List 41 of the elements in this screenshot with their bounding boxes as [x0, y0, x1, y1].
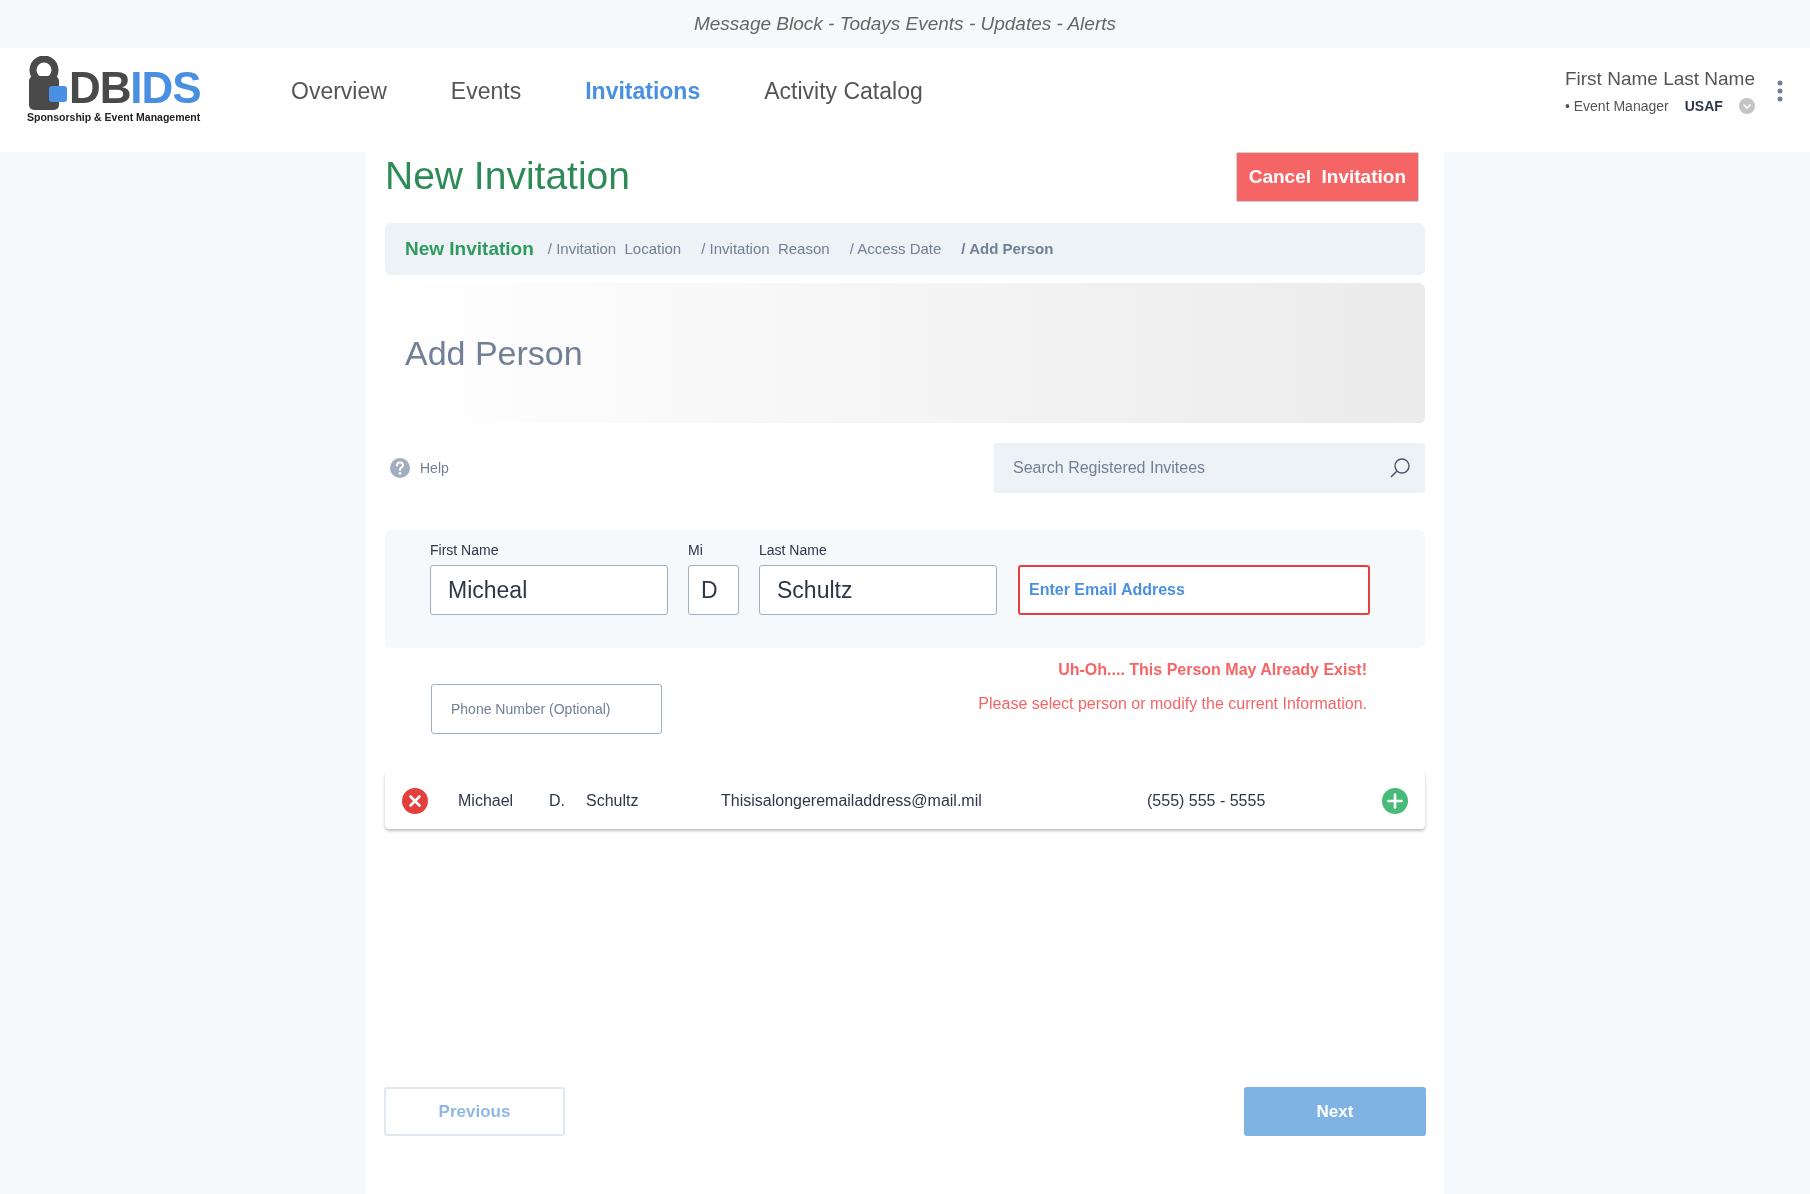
help-link[interactable]: Help: [385, 457, 449, 479]
field-label: Last Name: [759, 541, 828, 560]
text-field[interactable]: Schultz: [759, 565, 997, 615]
padlock-icon: [27, 56, 69, 111]
nav-tab[interactable]: Overview: [291, 73, 387, 109]
breadcrumb-link[interactable]: / Invitation Reason: [701, 237, 830, 261]
page-title: New Invitation: [385, 156, 630, 195]
alert-message: Please select person or modify the current Information.: [978, 694, 1367, 714]
nav-tab[interactable]: Activity Catalog: [764, 73, 923, 109]
message-text: Message Block - Todays Events - Updates - Alerts: [693, 11, 1116, 36]
field-label: First Name: [430, 541, 500, 560]
match-phone: (555) 555 - 5555: [1147, 790, 1266, 811]
text-field[interactable]: Micheal: [430, 565, 668, 615]
text-field[interactable]: D: [688, 565, 739, 615]
nav-tab[interactable]: Invitations: [585, 73, 701, 109]
breadcrumb-link[interactable]: / Add Person: [961, 237, 1054, 261]
remove-icon[interactable]: [402, 787, 428, 814]
more-menu-icon[interactable]: [1777, 80, 1783, 102]
breadcrumb-link[interactable]: / Access Date: [849, 237, 942, 261]
question-icon: [390, 458, 410, 478]
phone-field[interactable]: Phone Number (Optional): [431, 684, 662, 734]
cancel-invitation-button[interactable]: Cancel Invitation: [1235, 152, 1419, 202]
match-last-name: Schultz: [586, 790, 640, 811]
alert-title: Uh-Oh.... This Person May Already Exist!: [1058, 660, 1367, 680]
add-icon[interactable]: [1382, 787, 1408, 814]
logo-tagline: Sponsorship & Event Management: [27, 110, 202, 126]
section-title: Add Person: [405, 332, 583, 374]
search-field[interactable]: Search Registered Invitees: [994, 443, 1425, 493]
nav-tab[interactable]: Events: [450, 73, 522, 109]
field-label: Mi: [688, 541, 704, 560]
match-email: Thisisalongeremailaddress@mail.mil: [721, 790, 983, 811]
breadcrumb-link[interactable]: New Invitation: [405, 234, 534, 264]
match-first-name: Michael: [458, 790, 515, 811]
user-role: • Event Manager: [1564, 96, 1669, 116]
email-field[interactable]: Enter Email Address: [1018, 565, 1370, 615]
logo-wordmark: DBIDS: [69, 66, 201, 111]
search-icon[interactable]: [1389, 457, 1411, 479]
user-branch: USAF: [1684, 96, 1723, 116]
breadcrumb-link[interactable]: / Invitation Location: [547, 237, 682, 261]
user-name: First Name Last Name: [1564, 67, 1755, 92]
match-middle-initial: D.: [549, 790, 566, 811]
